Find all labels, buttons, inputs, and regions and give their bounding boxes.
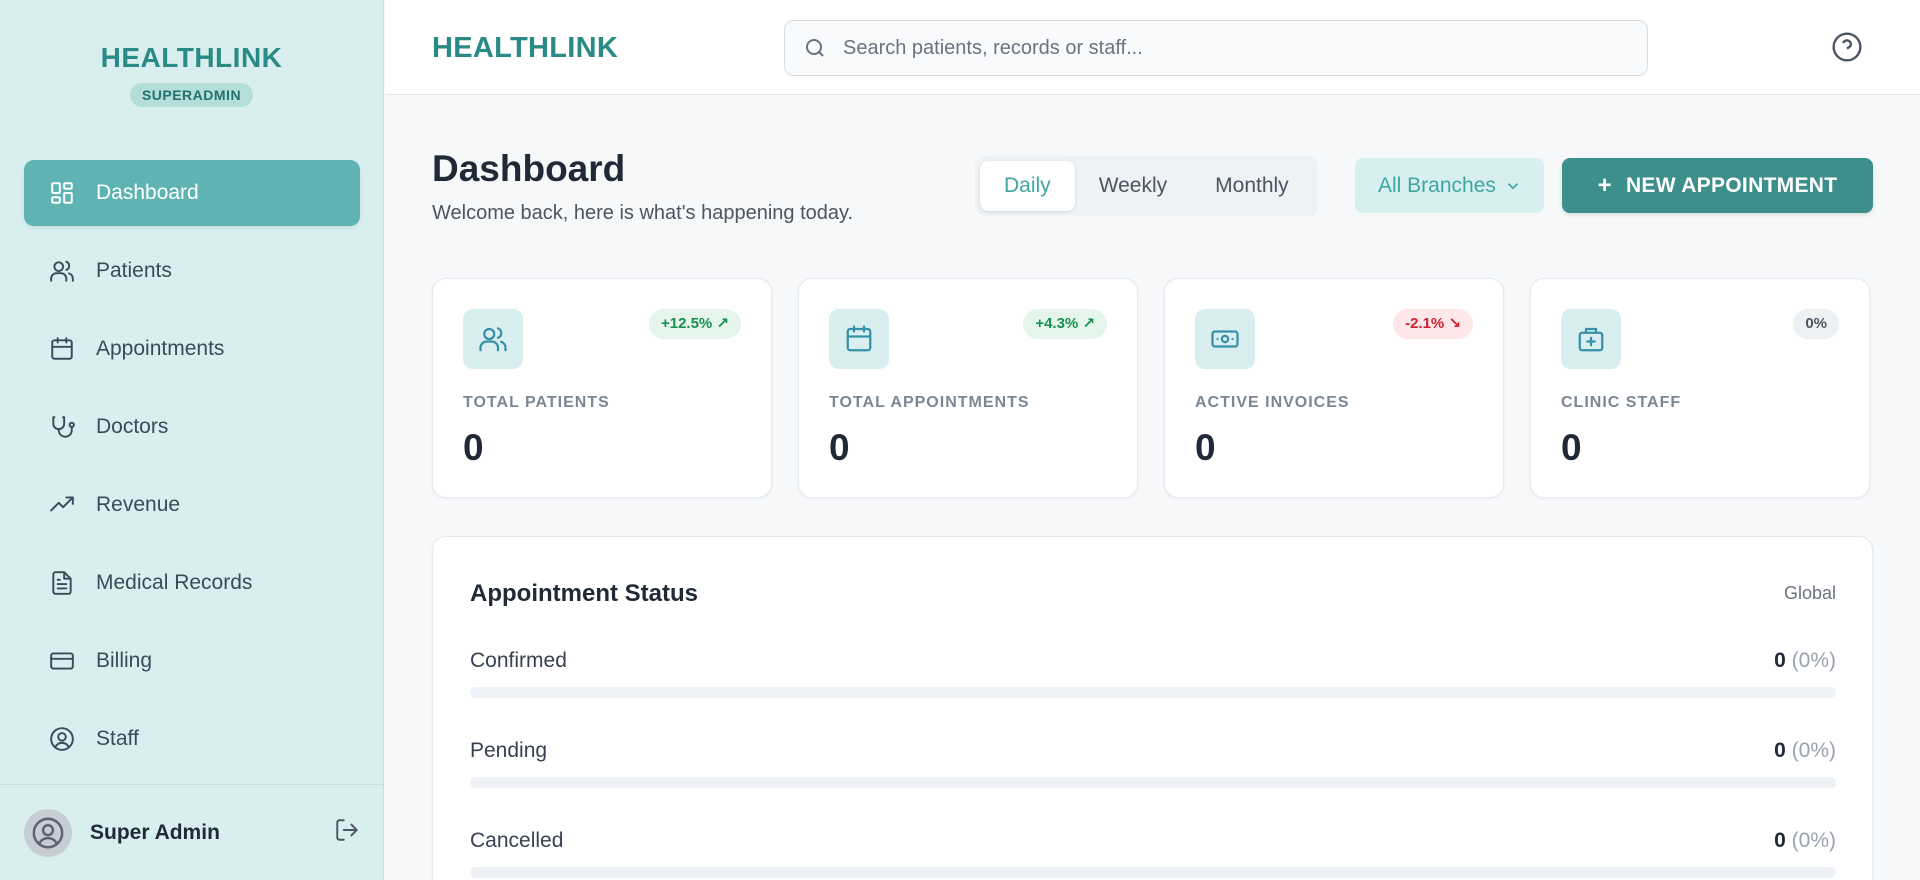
- sidebar: HEALTHLINK SUPERADMIN Dashboard Patients…: [0, 0, 384, 880]
- period-switch: Daily Weekly Monthly: [975, 156, 1318, 216]
- stat-value: 0: [1195, 427, 1216, 468]
- topbar-brand: HEALTHLINK: [432, 32, 619, 64]
- stat-label: ACTIVE INVOICES: [1195, 394, 1350, 411]
- help-icon[interactable]: [1831, 31, 1863, 68]
- branch-select-value: All Branches: [1378, 173, 1496, 197]
- topbar: HEALTHLINK: [385, 0, 1920, 95]
- user-circle-icon: [48, 725, 76, 753]
- grid-icon: [48, 179, 76, 207]
- panel-title: Appointment Status: [470, 580, 698, 607]
- status-progress-bar: [470, 777, 1836, 788]
- credit-card-icon: [48, 647, 76, 675]
- stat-label: TOTAL APPOINTMENTS: [829, 394, 1030, 411]
- calendar-icon: [48, 335, 76, 363]
- sidebar-nav: Dashboard Patients Appointments Doctors …: [24, 160, 360, 784]
- search-input[interactable]: [843, 36, 1623, 60]
- user-avatar-icon: [32, 817, 64, 848]
- search-box[interactable]: [784, 20, 1648, 76]
- sidebar-item-label: Medical Records: [96, 571, 253, 594]
- plus-icon: +: [1597, 171, 1612, 199]
- calendar-icon: [829, 309, 889, 369]
- status-count-value: 0: [1774, 649, 1786, 672]
- stat-value: 0: [1561, 427, 1582, 468]
- file-icon: [48, 569, 76, 597]
- status-progress-bar: [470, 687, 1836, 698]
- sidebar-item-staff[interactable]: Staff: [24, 706, 360, 772]
- medical-kit-icon: [1561, 309, 1621, 369]
- status-percent: (0%): [1791, 649, 1836, 672]
- sidebar-item-doctors[interactable]: Doctors: [24, 394, 360, 460]
- panel-scope: Global: [1783, 583, 1836, 603]
- sidebar-logo-text: HEALTHLINK: [100, 42, 283, 73]
- status-label: Cancelled: [470, 829, 564, 852]
- user-name: Super Admin: [90, 820, 220, 844]
- main-content: Dashboard Welcome back, here is what's h…: [385, 96, 1920, 880]
- sidebar-item-label: Appointments: [96, 337, 225, 360]
- sidebar-item-patients[interactable]: Patients: [24, 238, 360, 304]
- stat-card-clinic-staff[interactable]: 0% CLINIC STAFF 0: [1530, 278, 1870, 498]
- sidebar-item-label: Patients: [96, 259, 172, 282]
- stats-row: +12.5% ↗ TOTAL PATIENTS 0 +4.3% ↗ TOTAL …: [432, 278, 1870, 498]
- stat-label: TOTAL PATIENTS: [463, 394, 610, 411]
- sidebar-item-label: Revenue: [96, 493, 181, 516]
- appointment-status-panel: Appointment Status Global Confirmed 0 (0…: [432, 536, 1873, 880]
- logout-icon[interactable]: [334, 817, 360, 848]
- period-weekly-button[interactable]: Weekly: [1075, 161, 1191, 211]
- stat-card-total-appointments[interactable]: +4.3% ↗ TOTAL APPOINTMENTS 0: [798, 278, 1138, 498]
- stat-card-active-invoices[interactable]: -2.1% ↘ ACTIVE INVOICES 0: [1164, 278, 1504, 498]
- role-badge: SUPERADMIN: [129, 83, 254, 107]
- status-row-pending: Pending 0 (0%): [470, 739, 1836, 788]
- status-progress-bar: [470, 867, 1836, 878]
- period-monthly-button[interactable]: Monthly: [1191, 161, 1313, 211]
- new-appointment-button[interactable]: + NEW APPOINTMENT: [1562, 158, 1873, 213]
- status-count-value: 0: [1774, 739, 1786, 762]
- status-row-cancelled: Cancelled 0 (0%): [470, 829, 1836, 878]
- status-label: Confirmed: [470, 649, 567, 672]
- branch-select[interactable]: All Branches: [1355, 158, 1544, 213]
- status-count: 0 (0%): [1774, 649, 1836, 673]
- new-appointment-label: NEW APPOINTMENT: [1625, 173, 1838, 197]
- status-label: Pending: [470, 739, 548, 762]
- period-daily-button[interactable]: Daily: [980, 161, 1075, 211]
- sidebar-item-medical-records[interactable]: Medical Records: [24, 550, 360, 616]
- stat-label: CLINIC STAFF: [1561, 394, 1682, 411]
- sidebar-item-label: Billing: [96, 649, 153, 672]
- sidebar-item-label: Dashboard: [96, 181, 199, 204]
- sidebar-item-revenue[interactable]: Revenue: [24, 472, 360, 538]
- stethoscope-icon: [48, 413, 76, 441]
- status-count-value: 0: [1774, 829, 1786, 852]
- trend-badge: -2.1% ↘: [1393, 309, 1473, 339]
- sidebar-item-appointments[interactable]: Appointments: [24, 316, 360, 382]
- sidebar-user-footer: Super Admin: [0, 784, 384, 880]
- trend-badge: +12.5% ↗: [648, 309, 741, 339]
- sidebar-item-label: Staff: [96, 727, 139, 750]
- page-title: Dashboard: [432, 148, 626, 189]
- stat-card-total-patients[interactable]: +12.5% ↗ TOTAL PATIENTS 0: [432, 278, 772, 498]
- banknote-icon: [1195, 309, 1255, 369]
- stat-value: 0: [463, 427, 484, 468]
- sidebar-item-dashboard[interactable]: Dashboard: [24, 160, 360, 226]
- sidebar-item-label: Doctors: [96, 415, 169, 438]
- status-percent: (0%): [1791, 829, 1836, 852]
- users-icon: [463, 309, 523, 369]
- sidebar-brand: HEALTHLINK SUPERADMIN: [0, 0, 383, 107]
- trend-badge: +4.3% ↗: [1023, 309, 1107, 339]
- sidebar-item-billing[interactable]: Billing: [24, 628, 360, 694]
- trending-up-icon: [48, 491, 76, 519]
- status-percent: (0%): [1791, 739, 1836, 762]
- users-icon: [48, 257, 76, 285]
- stat-value: 0: [829, 427, 850, 468]
- chevron-down-icon: [1507, 182, 1519, 189]
- search-icon: [806, 39, 824, 57]
- trend-badge: 0%: [1793, 309, 1839, 339]
- status-row-confirmed: Confirmed 0 (0%): [470, 649, 1836, 698]
- avatar[interactable]: [24, 808, 72, 857]
- status-count: 0 (0%): [1774, 829, 1836, 853]
- status-count: 0 (0%): [1774, 739, 1836, 763]
- page-subtitle: Welcome back, here is what's happening t…: [432, 202, 854, 224]
